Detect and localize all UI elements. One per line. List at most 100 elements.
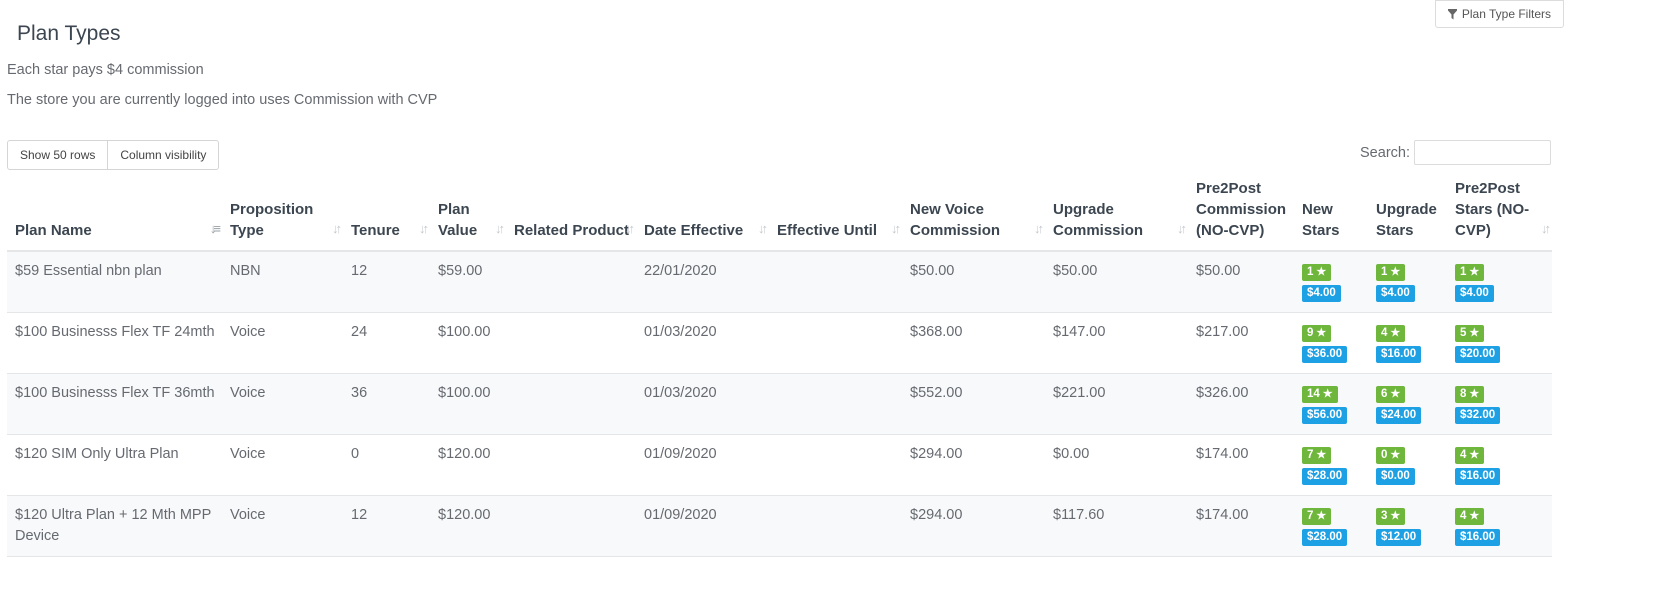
pre2post-stars-value-badge: $20.00 [1455, 346, 1501, 363]
cell-related-product [506, 495, 636, 557]
pre2post-stars-count: 1 [1460, 266, 1467, 278]
upgrade-stars-count: 0 [1381, 449, 1388, 461]
cell-date-effective: 01/09/2020 [636, 495, 769, 557]
pre2post-stars-count-badge: 4 ★ [1455, 447, 1485, 464]
upgrade-stars-count-badge: 3 ★ [1376, 508, 1406, 525]
column-header-upgrade-stars[interactable]: Upgrade Stars [1368, 178, 1447, 252]
cell-tenure: 36 [343, 373, 430, 435]
cell-proposition-type: Voice [222, 312, 343, 374]
upgrade-stars-value-badge: $24.00 [1376, 407, 1422, 424]
funnel-icon [1447, 8, 1457, 20]
cell-related-product [506, 312, 636, 374]
cell-pre2post-stars: 4 ★ $16.00 [1447, 434, 1552, 496]
column-header-upgrade-commission[interactable]: Upgrade Commission ↓↑ [1045, 178, 1188, 252]
cell-new-voice-commission: $294.00 [902, 495, 1045, 557]
cell-upgrade-stars: 1 ★ $4.00 [1368, 251, 1447, 313]
upgrade-stars-value-badge: $0.00 [1376, 468, 1415, 485]
star-icon: ★ [1316, 510, 1327, 522]
sort-arrows-icon: ↓↑ [1541, 221, 1551, 236]
pre2post-stars-count-badge: 4 ★ [1455, 508, 1485, 525]
upgrade-stars-count: 1 [1381, 266, 1388, 278]
new-stars-count: 1 [1307, 266, 1314, 278]
cell-plan-name: $120 SIM Only Ultra Plan [7, 434, 222, 496]
new-stars-count: 7 [1307, 449, 1314, 461]
cell-plan-name: $120 Ultra Plan + 12 Mth MPP Device [7, 495, 222, 557]
upgrade-stars-count-badge: 6 ★ [1376, 386, 1406, 403]
column-header-tenure[interactable]: Tenure ↓↑ [343, 178, 430, 252]
column-header-new-voice-commission[interactable]: New Voice Commission ↓↑ [902, 178, 1045, 252]
cell-upgrade-stars: 0 ★ $0.00 [1368, 434, 1447, 496]
cell-upgrade-commission: $0.00 [1045, 434, 1188, 496]
table-controls: Show 50 rows Column visibility [7, 140, 220, 170]
cell-date-effective: 01/03/2020 [636, 312, 769, 374]
pre2post-stars-count: 8 [1460, 388, 1467, 400]
star-icon: ★ [1316, 266, 1327, 278]
new-stars-count: 9 [1307, 327, 1314, 339]
store-commission-info: The store you are currently logged into … [7, 92, 438, 108]
new-stars-value-badge: $4.00 [1302, 285, 1341, 302]
column-header-plan-name[interactable]: Plan Name ↓≡ [7, 178, 222, 252]
cell-tenure: 24 [343, 312, 430, 374]
column-header-proposition-type[interactable]: Proposition Type ↓↑ [222, 178, 343, 252]
search-box: Search: [1360, 140, 1551, 165]
upgrade-stars-count-badge: 1 ★ [1376, 264, 1406, 281]
table-header-row: Plan Name ↓≡ Proposition Type ↓↑ Tenure ↓↑ … [7, 178, 1552, 252]
cell-plan-name: $100 Businesss Flex TF 36mth [7, 373, 222, 435]
column-header-pre2post-stars[interactable]: Pre2Post Stars (NO-CVP) ↓↑ [1447, 178, 1552, 252]
cell-pre2post-stars: 5 ★ $20.00 [1447, 312, 1552, 374]
new-stars-count: 7 [1307, 510, 1314, 522]
show-rows-button[interactable]: Show 50 rows [7, 140, 109, 170]
cell-effective-until [769, 312, 902, 374]
column-visibility-button[interactable]: Column visibility [108, 140, 220, 170]
pre2post-stars-count: 5 [1460, 327, 1467, 339]
cell-new-voice-commission: $368.00 [902, 312, 1045, 374]
search-input[interactable] [1414, 140, 1551, 165]
new-stars-value-badge: $28.00 [1302, 529, 1348, 546]
sort-arrows-icon: ↓↑ [419, 221, 429, 236]
cell-proposition-type: Voice [222, 495, 343, 557]
cell-effective-until [769, 434, 902, 496]
cell-proposition-type: Voice [222, 434, 343, 496]
sort-arrows-icon: ↓↑ [891, 221, 901, 236]
new-stars-count-badge: 1 ★ [1302, 264, 1332, 281]
cell-upgrade-commission: $221.00 [1045, 373, 1188, 435]
upgrade-stars-count: 3 [1381, 510, 1388, 522]
cell-date-effective: 01/03/2020 [636, 373, 769, 435]
star-icon: ★ [1390, 510, 1401, 522]
cell-upgrade-commission: $50.00 [1045, 251, 1188, 313]
new-stars-count-badge: 9 ★ [1302, 325, 1332, 342]
column-header-new-stars[interactable]: New Stars [1294, 178, 1368, 252]
cell-tenure: 12 [343, 251, 430, 313]
cell-plan-value: $59.00 [430, 251, 506, 313]
star-commission-info: Each star pays $4 commission [7, 62, 204, 78]
plan-type-filters-button[interactable]: Plan Type Filters [1434, 0, 1564, 28]
star-icon: ★ [1469, 388, 1480, 400]
cell-plan-value: $120.00 [430, 495, 506, 557]
new-stars-value-badge: $28.00 [1302, 468, 1348, 485]
star-icon: ★ [1390, 266, 1401, 278]
cell-new-stars: 14 ★ $56.00 [1294, 373, 1368, 435]
sort-arrows-icon: ↓↑ [332, 221, 342, 236]
column-header-date-effective[interactable]: Date Effective ↓↑ [636, 178, 769, 252]
new-stars-count: 14 [1307, 388, 1320, 400]
table-row: $59 Essential nbn plan NBN 12 $59.00 22/01/2… [7, 251, 1552, 313]
star-icon: ★ [1316, 327, 1327, 339]
cell-upgrade-stars: 6 ★ $24.00 [1368, 373, 1447, 435]
column-header-plan-value[interactable]: Plan Value ↓↑ [430, 178, 506, 252]
pre2post-stars-value-badge: $32.00 [1455, 407, 1501, 424]
pre2post-stars-value-badge: $16.00 [1455, 468, 1501, 485]
upgrade-stars-value-badge: $12.00 [1376, 529, 1422, 546]
pre2post-stars-count: 4 [1460, 449, 1467, 461]
star-icon: ★ [1469, 327, 1480, 339]
column-header-related-product[interactable]: Related Product ↓↑ [506, 178, 636, 252]
column-header-effective-until[interactable]: Effective Until ↓↑ [769, 178, 902, 252]
cell-tenure: 12 [343, 495, 430, 557]
cell-pre2post-stars: 4 ★ $16.00 [1447, 495, 1552, 557]
table-row: $100 Businesss Flex TF 24mth Voice 24 $100.… [7, 312, 1552, 374]
cell-pre2post-commission: $326.00 [1188, 373, 1294, 435]
table-row: $120 SIM Only Ultra Plan Voice 0 $120.00 01/… [7, 434, 1552, 496]
star-icon: ★ [1316, 449, 1327, 461]
column-header-pre2post-commission[interactable]: Pre2Post Commission (NO-CVP) [1188, 178, 1294, 252]
cell-upgrade-stars: 4 ★ $16.00 [1368, 312, 1447, 374]
cell-plan-value: $120.00 [430, 434, 506, 496]
